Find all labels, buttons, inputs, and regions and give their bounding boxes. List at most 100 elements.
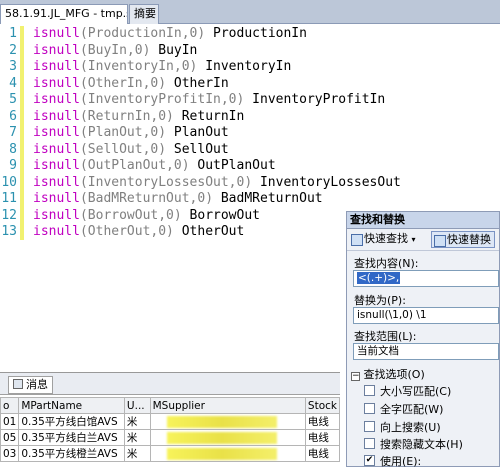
function-token: isnull xyxy=(33,26,80,41)
function-token: isnull xyxy=(33,92,80,107)
replace-with-input[interactable]: isnull(\1,0) \1 xyxy=(353,307,499,324)
code-line[interactable]: isnull(ReturnIn,0) ReturnIn xyxy=(33,109,244,126)
code-line[interactable]: isnull(OtherIn,0) OtherIn xyxy=(33,76,229,93)
arguments-token: (OtherOut,0) xyxy=(79,224,174,239)
function-token: isnull xyxy=(33,125,80,140)
line-number: 7 xyxy=(9,125,17,140)
function-token: isnull xyxy=(33,174,80,190)
tab-messages[interactable]: 消息 xyxy=(8,376,53,394)
table-row[interactable]: 05 0.35平方线白兰AVS 米 电线 xyxy=(0,429,341,446)
table-cell[interactable]: 03 xyxy=(0,445,20,462)
alias-token: OtherIn xyxy=(173,75,229,91)
table-cell[interactable]: 米 xyxy=(123,429,151,446)
redacted-cell xyxy=(149,445,306,462)
column-header[interactable]: o xyxy=(0,397,20,414)
column-header[interactable]: U... xyxy=(123,397,151,414)
code-line[interactable]: isnull(BorrowOut,0) BorrowOut xyxy=(33,208,260,225)
column-header[interactable]: Stock xyxy=(304,397,341,414)
function-token: isnull xyxy=(33,59,80,74)
function-token: isnull xyxy=(33,191,80,206)
code-line[interactable]: isnull(OutPlanOut,0) OutPlanOut xyxy=(33,158,276,175)
table-cell[interactable]: 米 xyxy=(123,413,151,430)
quick-replace-label: 快速替换 xyxy=(447,233,491,246)
alias-token: BuyIn xyxy=(158,42,198,58)
function-token: isnull xyxy=(33,75,80,91)
table-row[interactable]: 03 0.35平方线橙兰AVS 米 电线 xyxy=(0,445,341,462)
table-cell[interactable]: 电线 xyxy=(304,429,341,446)
arguments-token: (InventoryLossesOut,0) xyxy=(79,174,253,190)
search-hidden-text-label: 搜索隐藏文本(H) xyxy=(380,438,463,451)
line-number: 3 xyxy=(9,59,17,74)
redacted-cell xyxy=(149,413,306,430)
table-cell[interactable]: 电线 xyxy=(304,445,341,462)
alias-token: SellOut xyxy=(173,141,229,157)
arguments-token: (InventoryProfitIn,0) xyxy=(79,92,245,107)
code-line[interactable]: isnull(SellOut,0) SellOut xyxy=(33,142,229,159)
column-header[interactable]: MSupplier xyxy=(149,397,306,414)
code-line[interactable]: isnull(BuyIn,0) BuyIn xyxy=(33,43,197,60)
alias-token: InventoryLossesOut xyxy=(259,174,401,190)
code-line[interactable]: isnull(PlanOut,0) PlanOut xyxy=(33,125,229,142)
line-number: 10 xyxy=(1,174,17,190)
use-checkbox[interactable]: ✔ xyxy=(364,455,375,466)
line-number: 2 xyxy=(9,42,17,58)
dropdown-arrow-icon[interactable]: ▾ xyxy=(412,235,416,244)
function-token: isnull xyxy=(33,207,80,223)
tab-tmp-sql[interactable]: 58.1.91.JL_MFG - tmp.sql* xyxy=(0,4,128,24)
function-token: isnull xyxy=(33,141,80,157)
match-case-checkbox[interactable] xyxy=(364,385,375,396)
match-whole-word-checkbox[interactable] xyxy=(364,403,375,414)
results-pane: 消息 o MPartName U... MSupplier Stock 01 0… xyxy=(0,372,341,467)
table-cell[interactable]: 01 xyxy=(0,413,20,430)
line-number: 11 xyxy=(1,191,17,206)
table-cell[interactable]: 米 xyxy=(123,445,151,462)
arguments-token: (BadMReturnOut,0) xyxy=(79,191,214,206)
function-token: isnull xyxy=(33,108,80,124)
arguments-token: (OtherIn,0) xyxy=(79,75,167,91)
table-cell[interactable]: 0.35平方线橙兰AVS xyxy=(18,445,125,462)
column-header[interactable]: MPartName xyxy=(18,397,125,414)
function-token: isnull xyxy=(33,42,80,58)
alias-token: ProductionIn xyxy=(213,26,307,41)
find-options-section[interactable]: − 查找选项(O) xyxy=(351,366,425,382)
tab-summary[interactable]: 摘要 xyxy=(129,4,159,24)
arguments-token: (SellOut,0) xyxy=(79,141,167,157)
search-hidden-text-checkbox[interactable] xyxy=(364,438,375,449)
table-cell[interactable]: 0.35平方线白馆AVS xyxy=(18,413,125,430)
table-cell[interactable]: 0.35平方线白兰AVS xyxy=(18,429,125,446)
tab-messages-label: 消息 xyxy=(26,378,48,391)
quick-replace-button[interactable]: 快速替换 xyxy=(431,231,495,248)
find-what-value: <(.+)>, xyxy=(357,272,401,284)
line-number: 13 xyxy=(1,224,17,239)
table-cell[interactable]: 05 xyxy=(0,429,20,446)
arguments-token: (BuyIn,0) xyxy=(79,42,151,58)
line-number: 8 xyxy=(9,141,17,157)
code-line[interactable]: isnull(InventoryProfitIn,0) InventoryPro… xyxy=(33,92,385,109)
match-whole-word-label: 全字匹配(W) xyxy=(380,403,444,416)
search-up-checkbox[interactable] xyxy=(364,421,375,432)
line-number: 4 xyxy=(9,75,17,91)
arguments-token: (ProductionIn,0) xyxy=(79,26,206,41)
code-line[interactable]: isnull(OtherOut,0) OtherOut xyxy=(33,224,244,241)
table-row[interactable]: 01 0.35平方线白馆AVS 米 电线 xyxy=(0,413,341,430)
code-line[interactable]: isnull(InventoryLossesOut,0) InventoryLo… xyxy=(33,175,401,192)
code-line[interactable]: isnull(ProductionIn,0) ProductionIn xyxy=(33,26,307,43)
arguments-token: (InventoryIn,0) xyxy=(79,59,198,74)
find-what-input[interactable]: <(.+)>, xyxy=(353,270,499,287)
replace-with-label: 替换为(P): xyxy=(354,294,406,307)
collapse-icon[interactable]: − xyxy=(351,372,360,381)
results-grid[interactable]: o MPartName U... MSupplier Stock 01 0.35… xyxy=(0,397,341,462)
look-in-select[interactable]: 当前文档 xyxy=(353,343,499,360)
quick-find-button[interactable]: 快速查找 ▾ xyxy=(349,231,416,248)
look-in-label: 查找范围(L): xyxy=(354,330,417,343)
messages-icon xyxy=(13,379,23,389)
table-cell[interactable]: 电线 xyxy=(304,413,341,430)
code-line[interactable]: isnull(BadMReturnOut,0) BadMReturnOut xyxy=(33,191,323,208)
search-up-label: 向上搜索(U) xyxy=(380,421,441,434)
document-tab-strip: 58.1.91.JL_MFG - tmp.sql* 摘要 xyxy=(0,0,500,24)
alias-token: PlanOut xyxy=(173,125,229,140)
find-options-label: 查找选项(O) xyxy=(363,368,425,381)
code-line[interactable]: isnull(InventoryIn,0) InventoryIn xyxy=(33,59,291,76)
function-token: isnull xyxy=(33,158,80,173)
arguments-token: (ReturnIn,0) xyxy=(79,108,174,124)
